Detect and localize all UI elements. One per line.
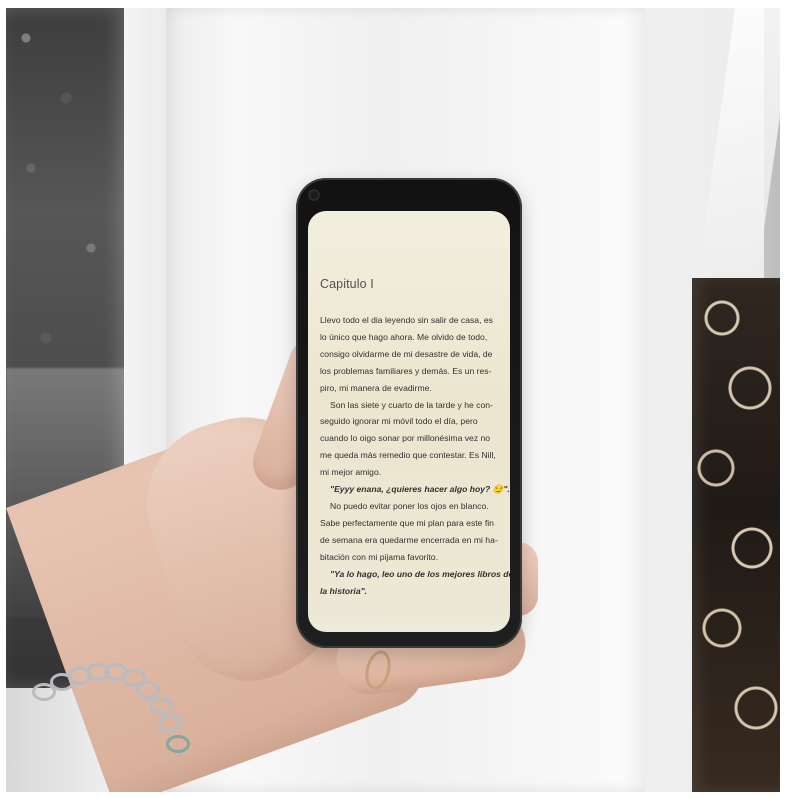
screen-highlight [308, 612, 510, 632]
book-line: me queda más remedio que contestar. Es N… [320, 450, 496, 461]
bracelet [26, 653, 206, 773]
photo-scene: Capitulo I Llevo todo el dia leyendo sin… [6, 8, 780, 792]
book-line: los problemas familiares y demás. Es un … [320, 365, 492, 376]
ebook-screen[interactable]: Capitulo I Llevo todo el dia leyendo sin… [308, 211, 510, 632]
book-line: lo único que hago ahora. Me olvido de to… [320, 331, 488, 342]
book-line: mi mejor amigo. [320, 467, 382, 478]
book-line: seguido ignorar mi móvil todo el día, pe… [320, 416, 478, 427]
book-line: consigo olvidarme de mi desastre de vida… [320, 348, 493, 359]
book-line: "Eyyy enana, ¿quieres hacer algo hoy? 😏"… [330, 484, 510, 495]
book-line: "Ya lo hago, leo uno de los mejores libr… [330, 568, 510, 579]
reader-header [308, 211, 510, 247]
book-line: Sabe perfectamente que mi plan para este… [320, 517, 494, 528]
chapter-title: Capitulo I [320, 277, 374, 291]
book-line: la historia". [320, 585, 368, 596]
patterned-curtain [692, 278, 780, 792]
book-line: bitación con mi pijama favorito. [320, 551, 438, 562]
book-line: cuando lo oigo sonar por millonésima vez… [320, 433, 491, 444]
book-line: de semana era quedarme encerrada en mi h… [320, 534, 498, 545]
book-line: Son las siete y cuarto de la tarde y he … [330, 399, 493, 410]
book-line: piro, mi manera de evadirme. [320, 382, 432, 393]
book-line: Llevo todo el dia leyendo sin salir de c… [320, 315, 493, 325]
front-camera-icon [310, 191, 318, 199]
smartphone: Capitulo I Llevo todo el dia leyendo sin… [296, 178, 522, 648]
book-text: Llevo todo el dia leyendo sin salir de c… [320, 312, 510, 599]
book-line: No puedo evitar poner los ojos en blanco… [330, 500, 489, 511]
